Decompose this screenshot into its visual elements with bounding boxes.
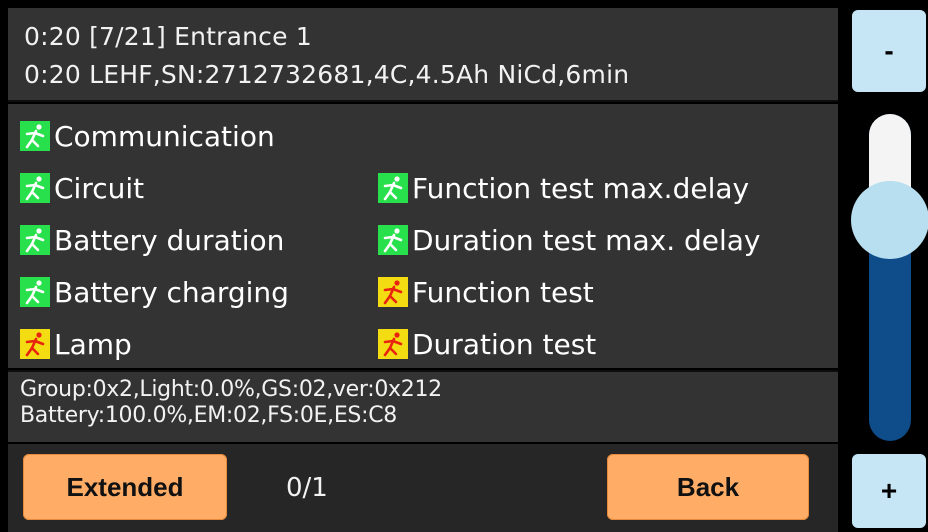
status-label: Lamp [54, 327, 132, 361]
status-item-battery-duration: Battery duration [20, 220, 284, 260]
running-man-icon [378, 329, 408, 359]
header-panel: 0:20 [7/21] Entrance 1 0:20 LEHF,SN:2712… [8, 8, 838, 102]
status-label: Function test [412, 275, 594, 309]
status-label: Battery charging [54, 275, 289, 309]
status-item-function-test: Function test [378, 272, 594, 312]
status-item-lamp: Lamp [20, 324, 132, 364]
status-item-communication: Communication [20, 116, 275, 156]
status-label: Circuit [54, 171, 145, 205]
status-panel: Communication Circuit Function test max.… [8, 104, 838, 368]
running-man-icon [20, 329, 50, 359]
header-line-2: 0:20 LEHF,SN:2712732681,4C,4.5Ah NiCd,6m… [24, 60, 630, 89]
status-label: Function test max.delay [412, 171, 750, 205]
info-line-1: Group:0x2,Light:0.0%,GS:02,ver:0x212 [20, 377, 442, 402]
running-man-icon [378, 225, 408, 255]
status-item-circuit: Circuit [20, 168, 144, 208]
running-man-icon [20, 277, 50, 307]
plus-button[interactable]: + [852, 454, 926, 528]
slider-track[interactable] [869, 114, 911, 441]
status-item-duration-test: Duration test [378, 324, 596, 364]
page-indicator: 0/1 [286, 473, 328, 503]
running-man-icon [20, 173, 50, 203]
running-man-icon [20, 121, 50, 151]
status-label: Battery duration [54, 223, 285, 257]
header-line-1: 0:20 [7/21] Entrance 1 [24, 22, 312, 51]
running-man-icon [20, 225, 50, 255]
status-item-duration-test-max-delay: Duration test max. delay [378, 220, 761, 260]
back-button[interactable]: Back [607, 454, 809, 520]
status-label: Communication [54, 119, 275, 153]
status-item-battery-charging: Battery charging [20, 272, 289, 312]
minus-button[interactable]: - [852, 10, 926, 92]
status-item-function-test-max-delay: Function test max.delay [378, 168, 749, 208]
running-man-icon [378, 173, 408, 203]
info-panel: Group:0x2,Light:0.0%,GS:02,ver:0x212 Bat… [8, 370, 838, 442]
running-man-icon [378, 277, 408, 307]
info-line-2: Battery:100.0%,EM:02,FS:0E,ES:C8 [20, 403, 397, 428]
status-label: Duration test max. delay [412, 223, 761, 257]
extended-button[interactable]: Extended [23, 454, 227, 520]
status-label: Duration test [412, 327, 597, 361]
slider-thumb[interactable] [851, 181, 928, 260]
